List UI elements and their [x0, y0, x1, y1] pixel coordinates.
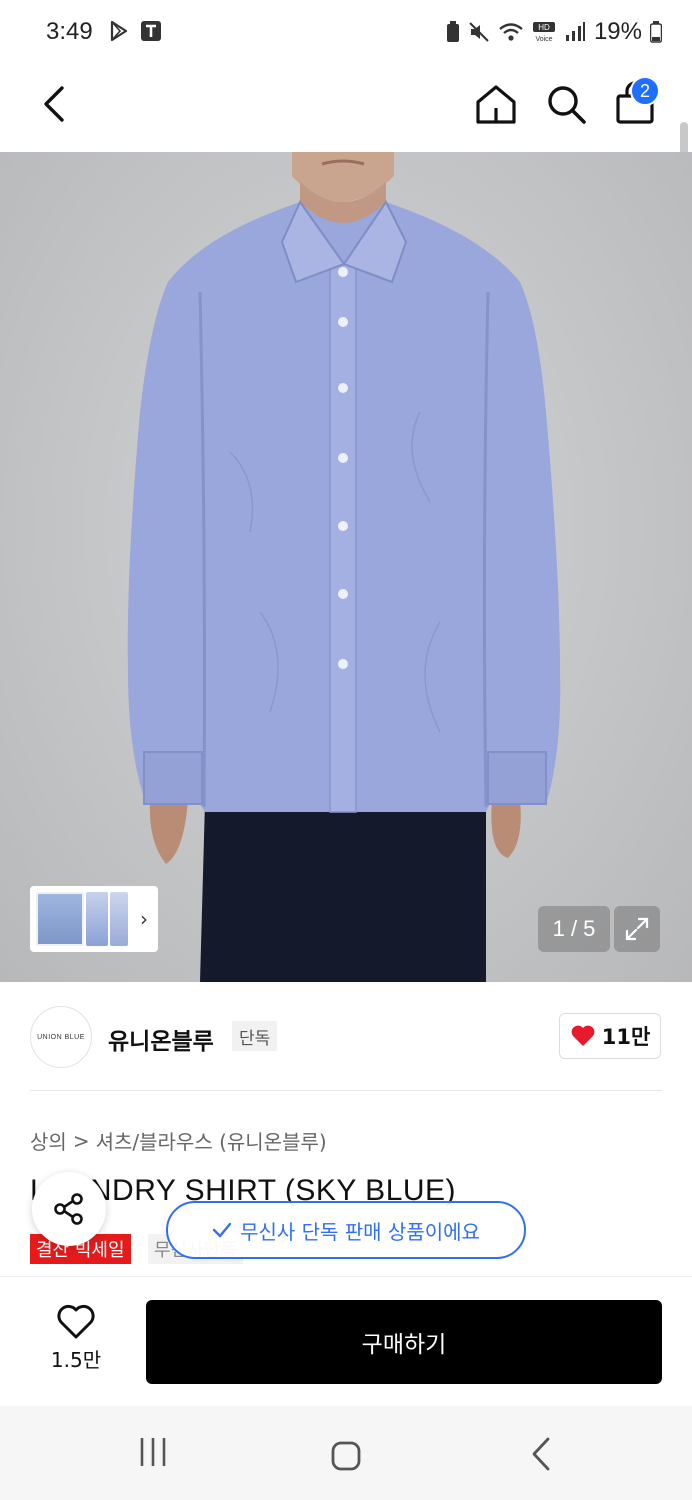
mute-icon [469, 22, 489, 42]
breadcrumb-separator: > [72, 1128, 90, 1153]
share-icon [54, 1193, 83, 1225]
thumbnail-3[interactable] [110, 892, 128, 946]
signal-icon [565, 22, 585, 41]
image-counter: 1 / 5 [538, 906, 610, 952]
svg-text:HD: HD [538, 23, 550, 32]
brand-logo-text: UNION BLUE [37, 1033, 85, 1041]
brand-logo[interactable]: UNION BLUE [30, 1006, 92, 1068]
toast-text: 무신사 단독 판매 상품이에요 [240, 1219, 480, 1244]
breadcrumb: 상의 > 셔츠/블라우스 (유니온블루) [30, 1126, 327, 1155]
brand-name[interactable]: 유니온블루 [108, 1022, 214, 1056]
status-bar: 3:49 HD Voice 19% [0, 0, 692, 68]
top-nav: 2 [0, 68, 692, 182]
status-indicators: HD Voice 19% [446, 18, 662, 46]
brand-like-count: 11만 [601, 1025, 651, 1049]
brand-like-button[interactable]: 11만 [559, 1013, 661, 1059]
battery-saver-icon [446, 21, 459, 42]
model-shirt-illustration [127, 152, 561, 982]
heart-outline-icon [57, 1304, 95, 1339]
search-icon[interactable] [544, 82, 588, 126]
recent-apps-icon[interactable] [138, 1436, 168, 1468]
wishlist-button[interactable]: 1.5만 [40, 1304, 112, 1384]
back-icon[interactable] [36, 82, 76, 126]
svg-text:Voice: Voice [535, 36, 552, 43]
play-store-icon [110, 20, 128, 42]
product-image[interactable] [0, 152, 692, 982]
divider [30, 1090, 662, 1091]
hd-voice-icon: HD Voice [532, 22, 555, 43]
expand-image-button[interactable] [614, 906, 660, 952]
buy-button[interactable]: 구매하기 [146, 1300, 662, 1384]
wifi-icon [499, 23, 523, 41]
thumbnail-1[interactable] [36, 892, 84, 946]
chevron-right-icon[interactable]: › [140, 907, 148, 931]
image-thumbnail-strip[interactable]: › [30, 886, 158, 952]
home-icon[interactable] [474, 82, 518, 126]
battery-percent: 19% [593, 18, 642, 45]
heart-filled-icon [571, 1025, 595, 1046]
wishlist-count: 1.5만 [50, 1348, 102, 1372]
status-notification-icons [108, 20, 162, 42]
breadcrumb-subcategory[interactable]: 셔츠/블라우스 (유니온블루) [96, 1126, 327, 1155]
back-nav-icon[interactable] [526, 1436, 556, 1472]
battery-icon [650, 21, 662, 43]
cart-count-badge: 2 [630, 76, 660, 106]
thumbnail-2[interactable] [86, 892, 108, 946]
status-time: 3:49 [46, 18, 93, 45]
exclusive-tag: 단독 [232, 1021, 278, 1051]
breadcrumb-category[interactable]: 상의 [30, 1126, 67, 1155]
exclusive-toast: 무신사 단독 판매 상품이에요 [166, 1201, 526, 1259]
check-icon [212, 1222, 232, 1238]
t-app-icon [141, 21, 161, 41]
home-nav-icon[interactable] [330, 1440, 362, 1472]
share-button[interactable] [32, 1172, 106, 1246]
expand-icon [625, 917, 649, 941]
